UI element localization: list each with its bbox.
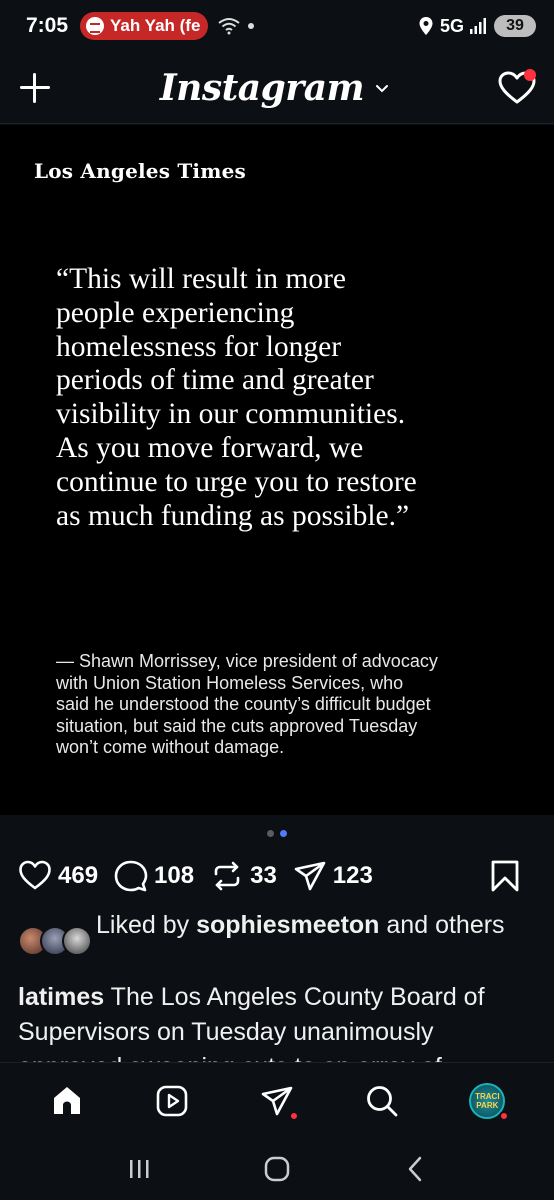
publication-masthead: Los Angeles Times — [34, 159, 246, 183]
profile-avatar-text: PARK — [476, 1100, 499, 1110]
home-system-icon — [264, 1156, 290, 1182]
post-caption[interactable]: latimes The Los Angeles County Board of … — [18, 980, 538, 1062]
liked-by-text: Liked by sophiesmeeton and others — [96, 910, 505, 956]
nav-profile[interactable]: TRACI PARK — [467, 1081, 510, 1121]
notification-badge — [499, 1110, 510, 1121]
nav-home[interactable] — [47, 1081, 87, 1121]
caption-username[interactable]: latimes — [18, 983, 104, 1011]
chevron-down-icon — [376, 84, 389, 92]
recent-apps-button[interactable] — [119, 1149, 159, 1189]
quote-line: visibility in our communities. — [56, 398, 406, 431]
liked-by-row[interactable]: Liked by sophiesmeeton and others — [18, 910, 538, 956]
repost-button[interactable]: 33 — [210, 859, 277, 893]
bookmark-icon — [491, 860, 519, 892]
liked-by-suffix: and others — [386, 911, 505, 939]
nav-search[interactable] — [362, 1081, 402, 1121]
save-button[interactable] — [488, 859, 522, 893]
quote-line: as much funding as possible.” — [56, 499, 410, 532]
quote-line: periods of time and greater — [56, 364, 374, 397]
system-navigation — [0, 1138, 554, 1200]
app-logo: Instagram — [159, 66, 365, 109]
media-title: Yah Yah (fe — [110, 16, 201, 35]
location-icon — [419, 17, 433, 35]
heart-icon — [19, 860, 51, 890]
network-type: 5G — [439, 15, 464, 36]
attribution-line: situation, but said the cuts approved Tu… — [56, 715, 418, 736]
profile-avatar-text: TRACI — [475, 1091, 500, 1101]
share-button[interactable]: 123 — [293, 859, 373, 893]
plus-icon[interactable] — [18, 71, 52, 105]
battery-indicator: 39 — [494, 15, 536, 37]
share-icon — [294, 861, 326, 891]
signal-icon — [470, 18, 486, 34]
quote-line: “This will result in more — [56, 263, 347, 295]
back-icon — [408, 1156, 422, 1182]
reposts-count: 33 — [250, 862, 277, 889]
attribution-line: won’t come without damage. — [56, 737, 285, 757]
quote-line: continue to urge you to restore — [56, 465, 417, 498]
nav-reels[interactable] — [152, 1081, 192, 1121]
status-time: 7:05 — [26, 14, 69, 37]
quote-line: people experiencing — [56, 296, 295, 329]
avatar — [62, 926, 92, 956]
media-playing-pill[interactable]: Yah Yah (fe — [80, 12, 209, 40]
comments-count: 108 — [154, 862, 195, 889]
comment-icon — [114, 860, 148, 892]
app-logo-switcher[interactable]: Instagram — [160, 67, 390, 109]
home-icon — [53, 1086, 80, 1114]
home-system-button[interactable] — [257, 1149, 297, 1189]
status-bar: 7:05 Yah Yah (fe 5G 39 — [0, 0, 554, 52]
nav-direct[interactable] — [257, 1081, 299, 1121]
carousel-dot-active — [280, 830, 287, 837]
notifications-button[interactable] — [498, 68, 536, 105]
quote-attribution: — Shawn Morrissey, vice president of adv… — [56, 651, 516, 759]
recent-apps-icon — [130, 1160, 149, 1178]
notification-badge — [288, 1110, 299, 1121]
carousel-indicator — [0, 830, 554, 837]
quote-line: As you move forward, we — [56, 431, 364, 464]
notification-dot — [248, 23, 255, 29]
search-icon — [367, 1085, 398, 1116]
carousel-dot — [267, 830, 274, 837]
liked-by-prefix: Liked by — [96, 911, 190, 939]
reels-icon — [156, 1085, 188, 1116]
notification-badge — [523, 68, 536, 81]
attribution-line: with Union Station Homeless Services, wh… — [56, 672, 404, 693]
app-header: Instagram — [0, 52, 554, 124]
likes-count: 469 — [58, 862, 99, 889]
spotify-icon — [86, 17, 105, 35]
post-image[interactable]: Los Angeles Times “This will result in m… — [0, 125, 554, 815]
liked-by-user[interactable]: sophiesmeeton — [196, 911, 379, 939]
liker-avatars — [18, 926, 96, 956]
repost-icon — [214, 861, 240, 891]
quote-line: homelessness for longer — [56, 330, 342, 363]
wifi-icon — [218, 18, 240, 35]
bottom-navigation: TRACI PARK — [0, 1062, 554, 1138]
like-button[interactable]: 469 — [18, 859, 98, 893]
post-actions: 469 108 33 123 — [18, 856, 538, 896]
comment-button[interactable]: 108 — [114, 859, 194, 893]
attribution-line: — Shawn Morrissey, vice president of adv… — [56, 651, 438, 671]
back-button[interactable] — [395, 1149, 435, 1189]
attribution-line: said he understood the county’s difficul… — [56, 694, 431, 714]
post-quote: “This will result in more people experie… — [56, 263, 506, 533]
shares-count: 123 — [332, 862, 373, 889]
